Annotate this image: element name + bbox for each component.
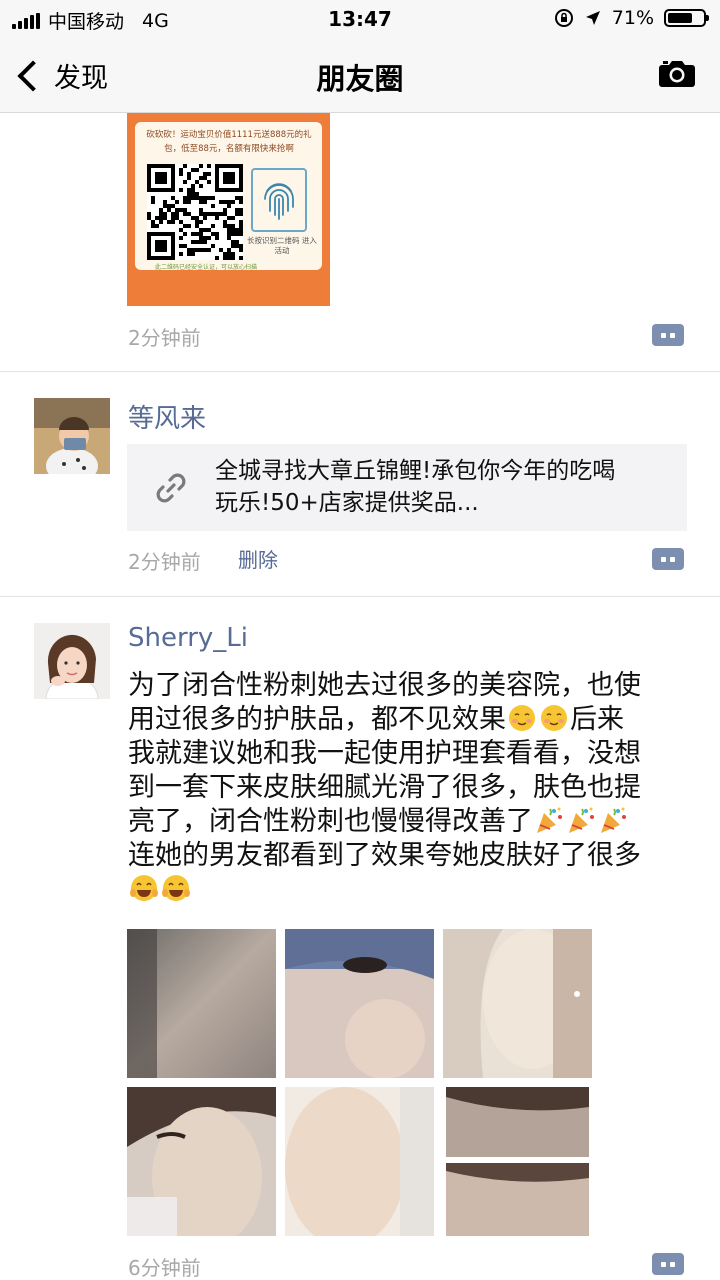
smile-emoji-icon xyxy=(509,705,535,731)
post-text-line: 用过很多的护肤品，都不见效果 后来 xyxy=(128,703,688,737)
fingerprint-icon xyxy=(251,168,307,232)
post-divider xyxy=(0,596,720,597)
comment-icon[interactable] xyxy=(652,324,684,346)
poster-card: 砍砍砍！运动宝贝价值1111元送888元的礼包，低至88元，名额有限快来抢啊 长… xyxy=(135,122,322,271)
link-title-line: 玩乐!50+店家提供奖品... xyxy=(215,490,479,516)
avatar[interactable] xyxy=(34,398,110,474)
post-text-segment: 用过很多的护肤品，都不见效果 xyxy=(128,704,506,735)
post-text-line xyxy=(128,873,688,907)
poster-footer: 此二维码已经安全认证，可以放心扫描 xyxy=(155,264,258,271)
location-arrow-icon xyxy=(585,11,600,25)
post-text-segment: 后来 xyxy=(570,704,624,735)
avatar[interactable] xyxy=(34,623,110,699)
battery-icon xyxy=(664,9,709,27)
poster-text: 砍砍砍！运动宝贝价值1111元送888元的礼包，低至88元，名额有限快来抢啊 xyxy=(146,130,312,154)
battery-percent: 71% xyxy=(611,7,654,29)
author-name[interactable]: Sherry_Li xyxy=(128,623,248,653)
party-popper-emoji-icon xyxy=(537,807,562,833)
post-divider xyxy=(0,371,720,372)
post-photo[interactable] xyxy=(285,1087,434,1236)
post-text-line: 我就建议她和我一起使用护理套看看，没想 xyxy=(128,738,641,769)
post-time: 2分钟前 xyxy=(128,550,201,574)
camera-icon[interactable] xyxy=(658,58,696,88)
link-icon xyxy=(156,473,186,503)
post-text-line: 为了闭合性粉刺她去过很多的美容院，也使 xyxy=(128,670,641,701)
author-name[interactable]: 等风来 xyxy=(128,398,206,435)
post-time: 6分钟前 xyxy=(128,1256,201,1280)
post-image-poster[interactable]: 砍砍砍！运动宝贝价值1111元送888元的礼包，低至88元，名额有限快来抢啊 长… xyxy=(127,112,330,306)
post-text-line: 到一套下来皮肤细腻光滑了很多，肤色也提 xyxy=(128,772,641,803)
link-title: 全城寻找大章丘锦鲤!承包你今年的吃喝 玩乐!50+店家提供奖品... xyxy=(215,455,675,519)
post-photo[interactable] xyxy=(127,1087,276,1236)
post-text: 为了闭合性粉刺她去过很多的美容院，也使 用过很多的护肤品，都不见效果 后来 我就建… xyxy=(128,669,688,907)
post-photo[interactable] xyxy=(285,929,434,1078)
post-time: 2分钟前 xyxy=(128,326,201,350)
post-photo[interactable] xyxy=(127,929,276,1078)
post-text-line: 连她的男友都看到了效果夸她皮肤好了很多 xyxy=(128,840,641,871)
link-card[interactable]: 全城寻找大章丘锦鲤!承包你今年的吃喝 玩乐!50+店家提供奖品... xyxy=(127,444,687,531)
post-photo[interactable] xyxy=(446,1087,589,1157)
party-popper-emoji-icon xyxy=(569,807,594,833)
status-right: 71% xyxy=(554,7,709,29)
post-text-line: 亮了，闭合性粉刺也慢慢得改善了 xyxy=(128,805,688,839)
comment-icon[interactable] xyxy=(652,1253,684,1275)
delete-button[interactable]: 删除 xyxy=(238,544,278,573)
link-title-line: 全城寻找大章丘锦鲤!承包你今年的吃喝 xyxy=(215,458,616,484)
grin-emoji-icon xyxy=(162,875,190,901)
smile-emoji-icon xyxy=(541,705,567,731)
post-text-segment: 亮了，闭合性粉刺也慢慢得改善了 xyxy=(128,806,533,837)
party-popper-emoji-icon xyxy=(601,807,626,833)
post-photo[interactable] xyxy=(443,929,592,1078)
qr-code-image xyxy=(147,164,243,260)
page-title: 朋友圈 xyxy=(316,62,404,96)
poster-scan-hint: 长按识别二维码 进入活动 xyxy=(247,236,317,255)
comment-icon[interactable] xyxy=(652,548,684,570)
moments-feed[interactable]: 砍砍砍！运动宝贝价值1111元送888元的礼包，低至88元，名额有限快来抢啊 长… xyxy=(0,112,720,1280)
nav-bar: 发现 朋友圈 xyxy=(0,40,720,113)
post-photo[interactable] xyxy=(446,1163,589,1236)
grin-emoji-icon xyxy=(130,875,158,901)
status-bar: 中国移动 4G 13:47 71% xyxy=(0,0,720,40)
orientation-lock-icon xyxy=(554,9,573,27)
